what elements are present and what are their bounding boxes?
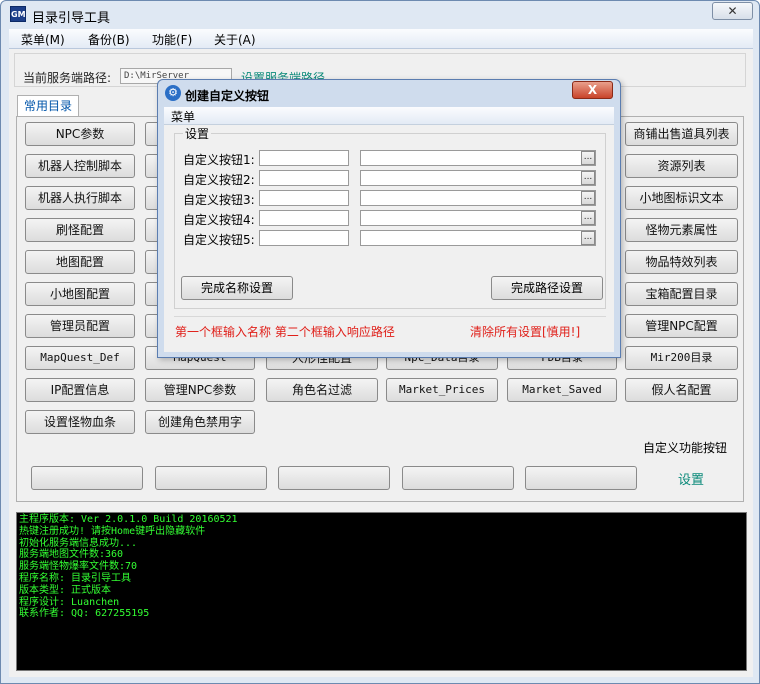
create-role-banned-words-button[interactable]: 创建角色禁用字 <box>145 410 255 434</box>
title-bar: GM 目录引导工具 ✕ <box>1 1 759 29</box>
monster-spawn-config-button[interactable]: 刷怪配置 <box>25 218 135 242</box>
log-line: 版本类型: 正式版本 <box>19 584 112 596</box>
role-name-filter-button[interactable]: 角色名过滤 <box>266 378 378 402</box>
custom-button-4-label: 自定义按钮4: <box>183 213 255 227</box>
manage-npc-params-button[interactable]: 管理NPC参数 <box>145 378 255 402</box>
log-line: 主程序版本: Ver 2.0.1.0 Build 20160521 <box>19 514 238 525</box>
log-line: 服务端地图文件数:360 <box>19 549 124 561</box>
custom-button-1-path-input[interactable] <box>360 150 596 166</box>
clear-all-settings-link[interactable]: 清除所有设置[慎用!] <box>470 323 580 340</box>
custom-function-button-1[interactable] <box>31 466 143 490</box>
custom-button-1-label: 自定义按钮1: <box>183 153 255 167</box>
custom-button-2-name-input[interactable] <box>259 170 349 186</box>
dialog-body: 菜单 设置 自定义按钮1: ... 自定义按钮2: ... 自定义按钮3: ..… <box>164 107 614 352</box>
custom-button-3-label: 自定义按钮3: <box>183 193 255 207</box>
npc-params-button[interactable]: NPC参数 <box>25 122 135 146</box>
minimap-label-text-button[interactable]: 小地图标识文本 <box>625 186 738 210</box>
input-hint-text: 第一个框输入名称 第二个框输入响应路径 <box>175 325 395 339</box>
mir200-dir-button[interactable]: Mir200目录 <box>625 346 738 370</box>
window-title: 目录引导工具 <box>32 11 111 26</box>
shop-items-list-button[interactable]: 商铺出售道具列表 <box>625 122 738 146</box>
log-line: 初始化服务端信息成功... <box>19 537 138 549</box>
finish-path-setting-button[interactable]: 完成路径设置 <box>491 276 603 300</box>
custom-button-5-name-input[interactable] <box>259 230 349 246</box>
log-line: 热键注册成功! 请按Home键呼出隐藏软件 <box>19 525 206 537</box>
ip-config-info-button[interactable]: IP配置信息 <box>25 378 135 402</box>
resource-list-button[interactable]: 资源列表 <box>625 154 738 178</box>
custom-function-label: 自定义功能按钮 <box>643 441 728 455</box>
menu-item-about[interactable]: 关于(A) <box>214 31 256 48</box>
menu-item-menu[interactable]: 菜单(M) <box>21 31 65 48</box>
monster-element-attr-button[interactable]: 怪物元素属性 <box>625 218 738 242</box>
server-path-label: 当前服务端路径: <box>23 71 112 85</box>
custom-button-4-browse-button[interactable]: ... <box>581 211 595 225</box>
custom-button-4-path-input[interactable] <box>360 210 596 226</box>
dialog-menu-item[interactable]: 菜单 <box>171 108 195 125</box>
custom-function-button-4[interactable] <box>402 466 514 490</box>
dialog-menu-bar: 菜单 <box>164 107 614 125</box>
map-config-button[interactable]: 地图配置 <box>25 250 135 274</box>
app-logo-icon: GM <box>10 6 26 22</box>
treasure-box-dir-button[interactable]: 宝箱配置目录 <box>625 282 738 306</box>
custom-button-1-browse-button[interactable]: ... <box>581 151 595 165</box>
robot-control-script-button[interactable]: 机器人控制脚本 <box>25 154 135 178</box>
menu-item-function[interactable]: 功能(F) <box>152 31 192 48</box>
custom-button-5-path-input[interactable] <box>360 230 596 246</box>
mapquest-def-button[interactable]: MapQuest_Def <box>25 346 135 370</box>
dialog-title: 创建自定义按钮 <box>185 89 270 103</box>
settings-gear-icon: ⚙ <box>165 85 181 101</box>
custom-button-5-browse-button[interactable]: ... <box>581 231 595 245</box>
menu-bar: 菜单(M) 备份(B) 功能(F) 关于(A) <box>9 29 753 49</box>
dialog-close-button[interactable]: X <box>572 81 613 99</box>
custom-button-3-name-input[interactable] <box>259 190 349 206</box>
settings-group: 设置 自定义按钮1: ... 自定义按钮2: ... 自定义按钮3: ... 自… <box>174 125 606 309</box>
log-line: 服务端怪物爆率文件数:70 <box>19 561 138 573</box>
custom-button-2-path-input[interactable] <box>360 170 596 186</box>
set-monster-hp-bar-button[interactable]: 设置怪物血条 <box>25 410 135 434</box>
log-line: 程序设计: Luanchen <box>19 596 120 608</box>
menu-item-backup[interactable]: 备份(B) <box>88 31 130 48</box>
create-custom-button-dialog: ⚙ 创建自定义按钮 X 菜单 设置 自定义按钮1: ... 自定义按钮2: ..… <box>157 79 621 358</box>
market-prices-button[interactable]: Market_Prices <box>386 378 498 402</box>
robot-exec-script-button[interactable]: 机器人执行脚本 <box>25 186 135 210</box>
custom-button-2-label: 自定义按钮2: <box>183 173 255 187</box>
custom-button-3-path-input[interactable] <box>360 190 596 206</box>
log-line: 程序名称: 目录引导工具 <box>19 572 132 584</box>
market-saved-button[interactable]: Market_Saved <box>507 378 617 402</box>
settings-group-label: 设置 <box>183 125 212 142</box>
fake-player-name-config-button[interactable]: 假人名配置 <box>625 378 738 402</box>
log-line: 联系作者: QQ: 627255195 <box>19 608 150 620</box>
minimap-config-button[interactable]: 小地图配置 <box>25 282 135 306</box>
custom-button-1-name-input[interactable] <box>259 150 349 166</box>
log-console: 主程序版本: Ver 2.0.1.0 Build 20160521 热键注册成功… <box>16 512 747 671</box>
custom-button-2-browse-button[interactable]: ... <box>581 171 595 185</box>
finish-name-setting-button[interactable]: 完成名称设置 <box>181 276 293 300</box>
custom-function-button-5[interactable] <box>525 466 637 490</box>
tab-common-directories[interactable]: 常用目录 <box>17 95 79 117</box>
item-effects-list-button[interactable]: 物品特效列表 <box>625 250 738 274</box>
custom-settings-link[interactable]: 设置 <box>678 469 704 488</box>
custom-button-4-name-input[interactable] <box>259 210 349 226</box>
window-close-button[interactable]: ✕ <box>712 2 753 20</box>
custom-function-button-2[interactable] <box>155 466 267 490</box>
admin-config-button[interactable]: 管理员配置 <box>25 314 135 338</box>
custom-function-button-3[interactable] <box>278 466 390 490</box>
divider <box>174 316 606 317</box>
manage-npc-config-button[interactable]: 管理NPC配置 <box>625 314 738 338</box>
custom-button-5-label: 自定义按钮5: <box>183 233 255 247</box>
custom-button-3-browse-button[interactable]: ... <box>581 191 595 205</box>
